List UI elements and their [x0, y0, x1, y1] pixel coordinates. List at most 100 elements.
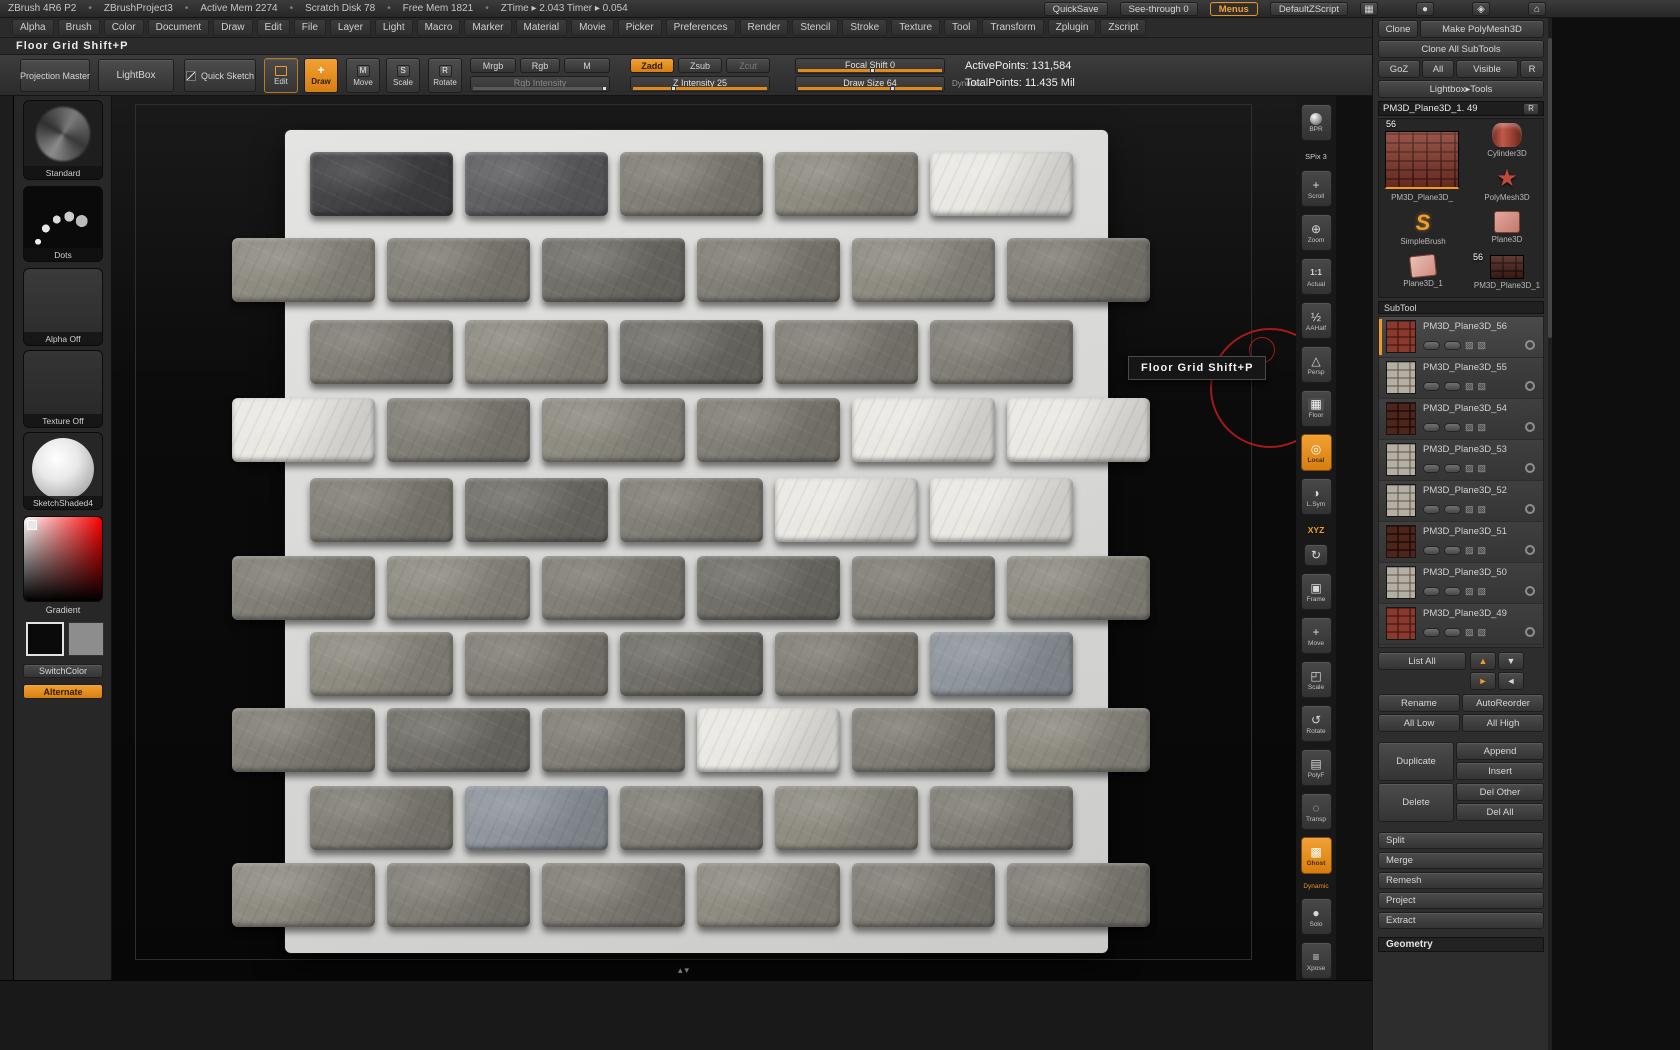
polypaint-circle-toggle[interactable]	[1525, 627, 1535, 637]
goz-r-button[interactable]: R	[1520, 60, 1544, 78]
menu-item[interactable]: Texture	[891, 19, 940, 36]
menu-item[interactable]: Color	[104, 19, 144, 36]
shelf-button[interactable]: Dynamic	[1301, 881, 1332, 891]
mask-toggle-icon[interactable]: ▧	[1478, 627, 1487, 637]
polypaint-circle-toggle[interactable]	[1525, 463, 1535, 473]
tool-r-button[interactable]: R	[1523, 103, 1539, 115]
select-next-button[interactable]: ►	[1470, 672, 1496, 690]
subtool-section-header[interactable]: SubTool	[1378, 301, 1544, 314]
menu-item[interactable]: File	[294, 19, 326, 36]
zcut-button[interactable]: Zcut	[726, 58, 770, 73]
subtool-section-bar[interactable]: Split	[1378, 832, 1544, 849]
render-toggle[interactable]	[1444, 341, 1461, 350]
paint-toggle-icon[interactable]: ▨	[1465, 381, 1474, 391]
render-toggle[interactable]	[1444, 505, 1461, 514]
switch-color-button[interactable]: SwitchColor	[23, 664, 103, 678]
visibility-toggle[interactable]	[1423, 628, 1440, 637]
shelf-button[interactable]: ◎ Local	[1301, 434, 1332, 471]
tool-item-plane3d[interactable]: Plane3D	[1467, 211, 1547, 244]
subtool-list-item[interactable]: PM3D_Plane3D_53 ▨ ▧	[1379, 440, 1543, 481]
menu-item[interactable]: Transform	[982, 19, 1043, 36]
menu-item[interactable]: Tool	[944, 19, 978, 36]
paint-toggle-icon[interactable]: ▨	[1465, 340, 1474, 350]
sphere-icon[interactable]: ●	[1416, 2, 1434, 16]
shelf-button[interactable]: BPR	[1301, 104, 1332, 141]
goz-button[interactable]: GoZ	[1378, 60, 1420, 78]
clone-button[interactable]: Clone	[1378, 20, 1418, 38]
menu-item[interactable]: Draw	[213, 19, 252, 36]
shelf-button[interactable]: ▣ Frame	[1301, 573, 1332, 610]
render-toggle[interactable]	[1444, 628, 1461, 637]
menus-toggle-button[interactable]: Menus	[1210, 2, 1258, 16]
paint-toggle-icon[interactable]: ▨	[1465, 504, 1474, 514]
shelf-button[interactable]: ½ AAHalf	[1301, 302, 1332, 339]
tool-item-pm3d-plane3d-1[interactable]: 56 PM3D_Plane3D_1	[1467, 255, 1547, 290]
mask-toggle-icon[interactable]: ▧	[1478, 422, 1487, 432]
polypaint-circle-toggle[interactable]	[1525, 586, 1535, 596]
subtool-list-item[interactable]: PM3D_Plane3D_49 ▨ ▧	[1379, 604, 1543, 645]
del-other-button[interactable]: Del Other	[1456, 783, 1544, 801]
paint-toggle-icon[interactable]: ▨	[1465, 422, 1474, 432]
shelf-button[interactable]: + Move	[1301, 617, 1332, 654]
m-button[interactable]: M	[564, 58, 610, 73]
rgb-intensity-slider[interactable]: Rgb Intensity	[470, 76, 610, 92]
shelf-button[interactable]: + Scroll	[1301, 170, 1332, 207]
subtool-section-bar[interactable]: Project	[1378, 892, 1544, 909]
render-toggle[interactable]	[1444, 464, 1461, 473]
document-canvas[interactable]: Floor Grid Shift+P ▴▾	[112, 96, 1296, 980]
paint-toggle-icon[interactable]: ▨	[1465, 586, 1474, 596]
menu-item[interactable]: Preferences	[666, 19, 736, 36]
menu-item[interactable]: Movie	[571, 19, 614, 36]
secondary-color-swatch[interactable]	[68, 622, 104, 656]
delete-button[interactable]: Delete	[1378, 783, 1454, 822]
current-texture-button[interactable]: Texture Off	[23, 350, 103, 428]
menu-item[interactable]: Stroke	[842, 19, 887, 36]
menu-item[interactable]: Macro	[417, 19, 461, 36]
subtool-section-bar[interactable]: Merge	[1378, 852, 1544, 869]
visibility-toggle[interactable]	[1423, 341, 1440, 350]
make-polymesh3d-button[interactable]: Make PolyMesh3D	[1420, 20, 1544, 38]
paint-toggle-icon[interactable]: ▨	[1465, 627, 1474, 637]
subtool-list-item[interactable]: PM3D_Plane3D_50 ▨ ▧	[1379, 563, 1543, 604]
paint-toggle-icon[interactable]: ▨	[1465, 545, 1474, 555]
menu-item[interactable]: Stencil	[792, 19, 838, 36]
z-intensity-slider[interactable]: Z Intensity 25	[630, 76, 770, 92]
rgb-button[interactable]: Rgb	[520, 58, 560, 73]
projection-master-button[interactable]: Projection Master	[20, 59, 90, 92]
mask-toggle-icon[interactable]: ▧	[1478, 340, 1487, 350]
tool-item-plane3d-1[interactable]: Plane3D_1	[1381, 255, 1465, 288]
move-up-button[interactable]: ▲	[1470, 652, 1496, 670]
default-zscript-button[interactable]: DefaultZScript	[1270, 2, 1348, 16]
move-mode-button[interactable]: M Move	[346, 58, 380, 93]
zadd-button[interactable]: Zadd	[630, 58, 674, 73]
shelf-button[interactable]: ↺ Rotate	[1301, 705, 1332, 742]
tool-item-polymesh3d[interactable]: ★ PolyMesh3D	[1467, 167, 1547, 202]
all-low-button[interactable]: All Low	[1378, 714, 1460, 732]
shelf-button[interactable]: SPix 3	[1301, 148, 1332, 163]
polypaint-circle-toggle[interactable]	[1525, 504, 1535, 514]
autoreorder-button[interactable]: AutoReorder	[1462, 694, 1544, 712]
zsub-button[interactable]: Zsub	[678, 58, 722, 73]
menu-item[interactable]: Light	[375, 19, 413, 36]
goz-visible-button[interactable]: Visible	[1456, 60, 1518, 78]
subtool-list-item[interactable]: PM3D_Plane3D_56 ▨ ▧	[1379, 317, 1543, 358]
lock-icon[interactable]: ◈	[1472, 2, 1490, 16]
subtool-list-item[interactable]: PM3D_Plane3D_51 ▨ ▧	[1379, 522, 1543, 563]
visibility-toggle[interactable]	[1423, 382, 1440, 391]
menu-item[interactable]: Zplugin	[1048, 19, 1097, 36]
current-material-button[interactable]: SketchShaded4	[23, 432, 103, 510]
lightbox-tools-button[interactable]: Lightbox▸Tools	[1378, 80, 1544, 98]
subtool-section-bar[interactable]: Remesh	[1378, 872, 1544, 889]
grid-icon[interactable]: ▦	[1360, 2, 1378, 16]
polypaint-circle-toggle[interactable]	[1525, 545, 1535, 555]
main-color-swatch[interactable]	[26, 622, 64, 656]
shelf-button[interactable]: 1:1 Actual	[1301, 258, 1332, 295]
mask-toggle-icon[interactable]: ▧	[1478, 586, 1487, 596]
current-alpha-button[interactable]: Alpha Off	[23, 268, 103, 346]
subtool-list-item[interactable]: PM3D_Plane3D_55 ▨ ▧	[1379, 358, 1543, 399]
subtool-list-item[interactable]: PM3D_Plane3D_54 ▨ ▧	[1379, 399, 1543, 440]
alternate-button[interactable]: Alternate	[23, 684, 103, 699]
render-toggle[interactable]	[1444, 546, 1461, 555]
menu-item[interactable]: Document	[148, 19, 210, 36]
see-through-slider[interactable]: See-through 0	[1120, 2, 1198, 16]
